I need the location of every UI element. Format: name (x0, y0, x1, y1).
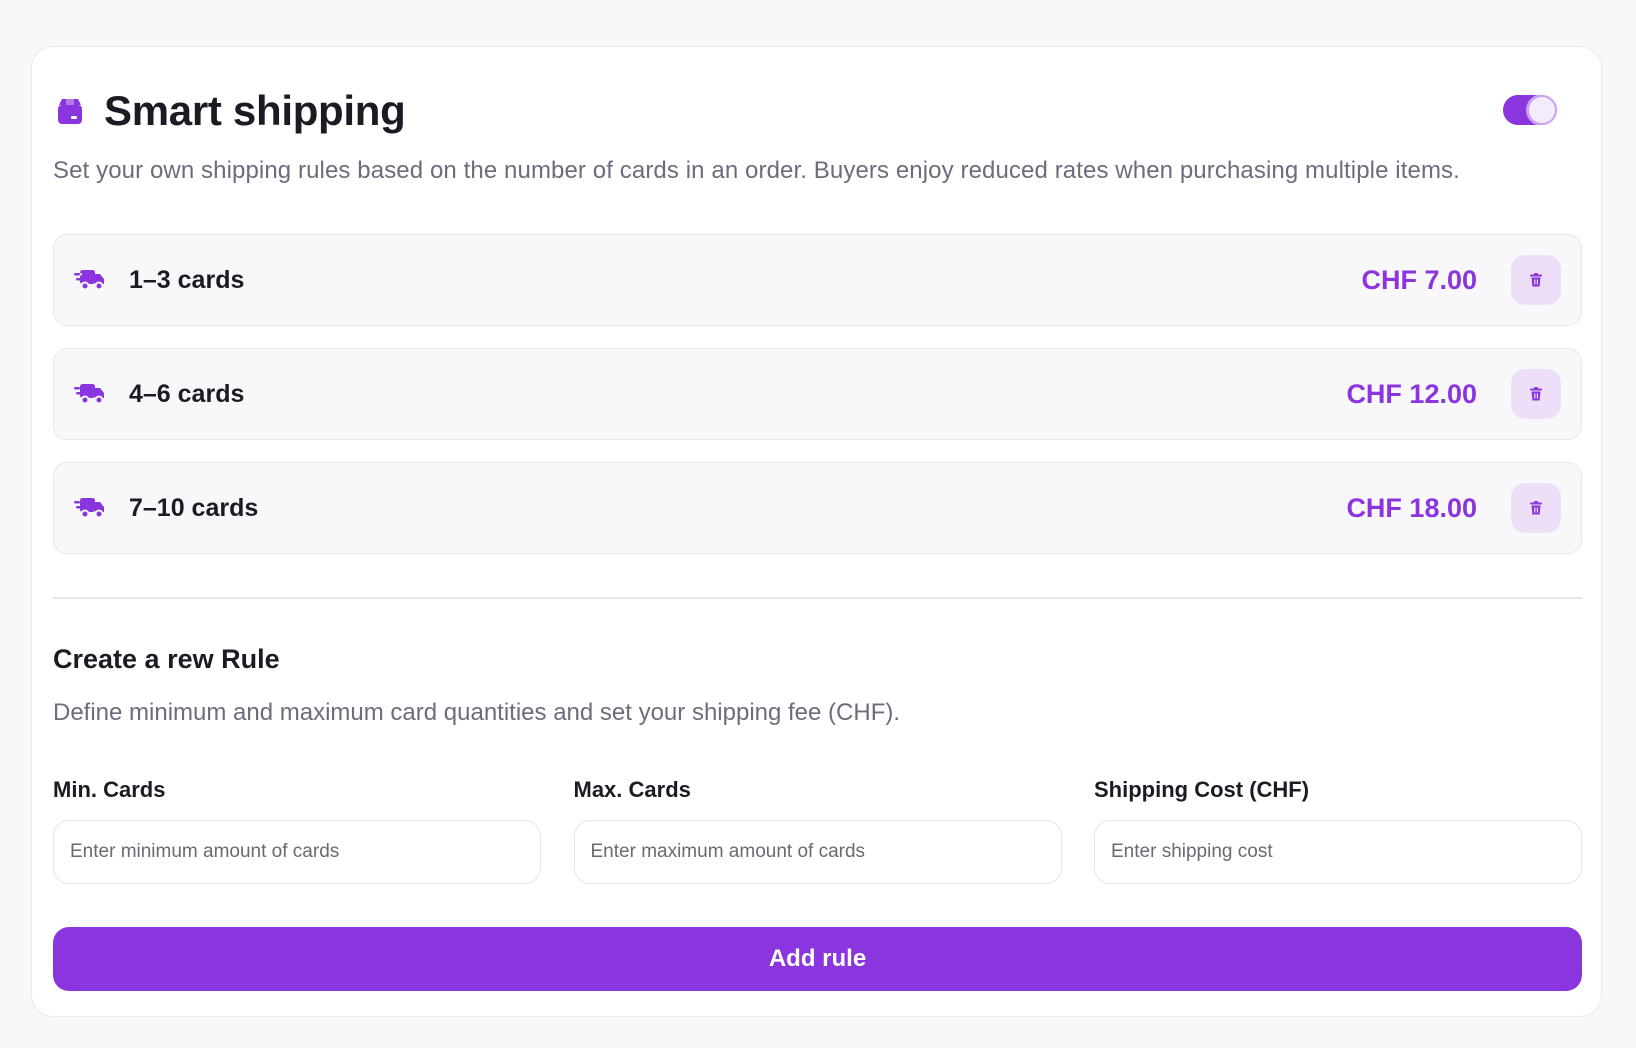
toggle-knob (1529, 97, 1555, 123)
section-divider (53, 597, 1582, 599)
rule-label: 4–6 cards (129, 379, 245, 408)
shipping-cost-label: Shipping Cost (CHF) (1094, 777, 1310, 802)
card-description: Set your own shipping rules based on the… (53, 157, 1460, 184)
smart-shipping-toggle[interactable] (1503, 95, 1557, 125)
new-rule-title: Create a rew Rule (53, 644, 280, 674)
rule-label: 1–3 cards (129, 265, 245, 294)
rule-label: 7–10 cards (129, 493, 259, 522)
new-rule-form: Min. Cards Max. Cards Shipping Cost (CHF… (53, 777, 1582, 884)
max-cards-input[interactable] (573, 820, 1062, 884)
delete-rule-button[interactable] (1511, 369, 1561, 419)
trash-icon (1530, 501, 1542, 515)
rule-row: 4–6 cards CHF 12.00 (53, 348, 1582, 440)
min-cards-field-group: Min. Cards (53, 777, 541, 884)
trash-icon (1530, 387, 1542, 401)
rule-price: CHF 12.00 (1346, 378, 1477, 409)
min-cards-label: Min. Cards (53, 777, 166, 802)
delivery-truck-icon (74, 380, 106, 406)
delete-rule-button[interactable] (1511, 483, 1561, 533)
page-title: Smart shipping (104, 87, 406, 134)
smart-shipping-card: Smart shipping Set your own shipping rul… (31, 46, 1602, 1017)
rules-list: 1–3 cards CHF 7.00 4–6 cards CHF 12.00 7… (53, 234, 1582, 576)
rule-row: 7–10 cards CHF 18.00 (53, 462, 1582, 554)
rule-price: CHF 7.00 (1361, 264, 1477, 295)
shipping-cost-field-group: Shipping Cost (CHF) (1094, 777, 1582, 884)
trash-icon (1530, 273, 1542, 287)
rule-price: CHF 18.00 (1346, 492, 1477, 523)
add-rule-button[interactable]: Add rule (53, 927, 1582, 991)
max-cards-label: Max. Cards (573, 777, 691, 802)
min-cards-input[interactable] (53, 820, 541, 884)
new-rule-description: Define minimum and maximum card quantiti… (53, 699, 901, 726)
delivery-truck-icon (74, 494, 106, 520)
delete-rule-button[interactable] (1511, 255, 1561, 305)
rule-row: 1–3 cards CHF 7.00 (53, 234, 1582, 326)
max-cards-field-group: Max. Cards (573, 777, 1062, 884)
delivery-truck-icon (74, 266, 106, 292)
package-icon (56, 96, 84, 126)
card-header: Smart shipping (56, 81, 1577, 141)
shipping-cost-input[interactable] (1094, 820, 1582, 884)
